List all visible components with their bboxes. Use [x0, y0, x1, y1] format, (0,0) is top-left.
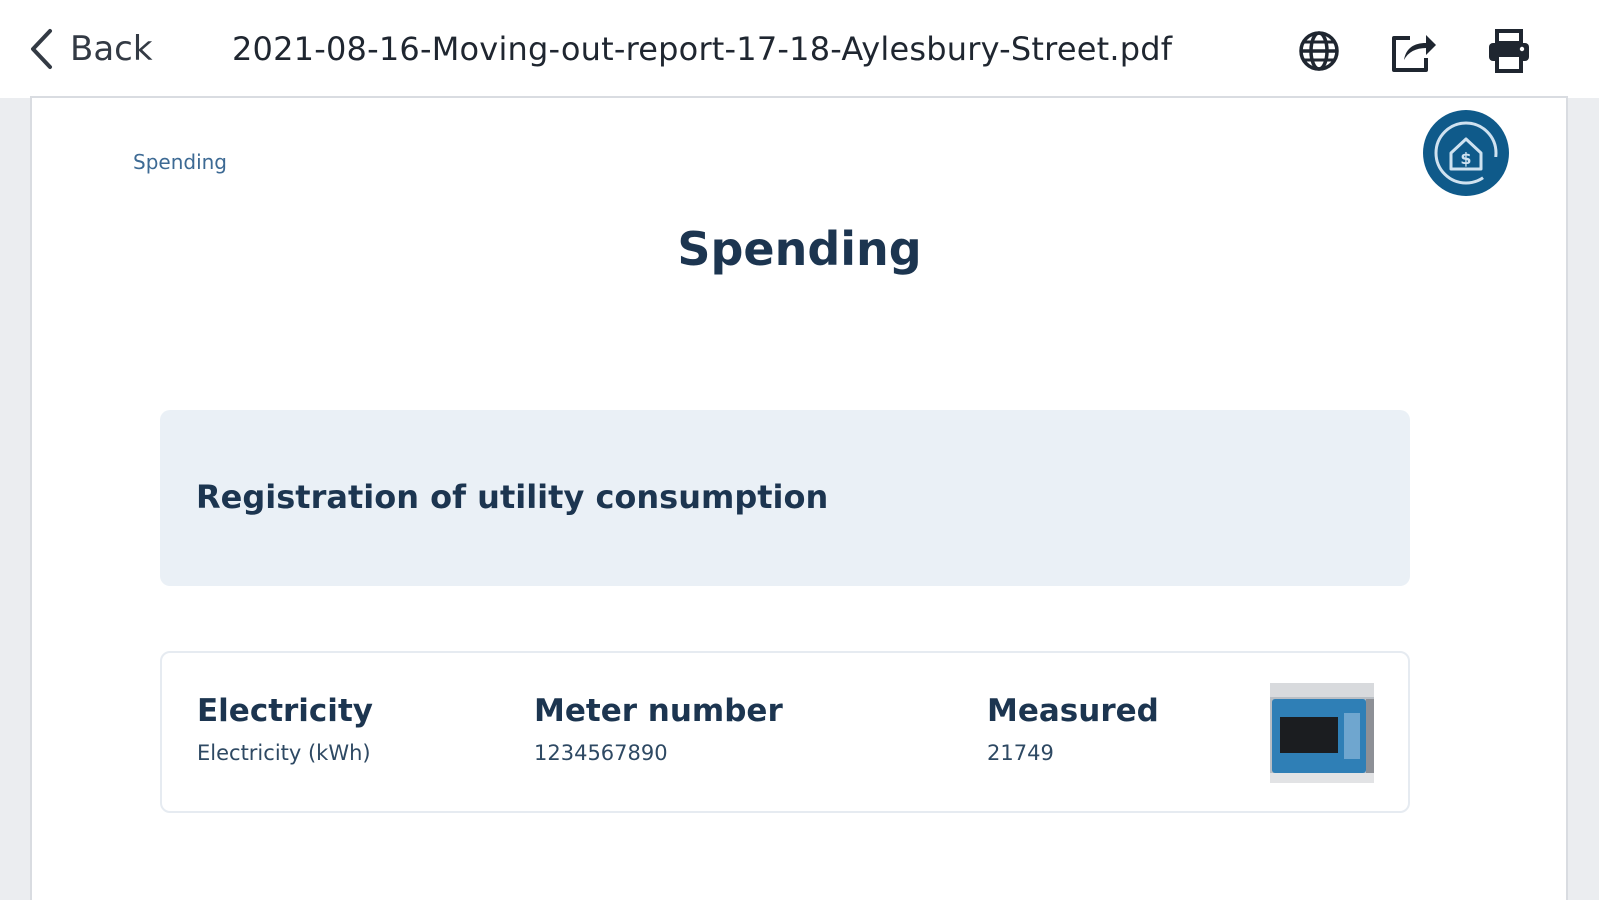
meter-card[interactable]: Electricity Electricity (kWh) Meter numb… [160, 651, 1410, 813]
svg-text:$: $ [1460, 149, 1471, 168]
print-icon[interactable] [1484, 26, 1534, 76]
chevron-left-icon [28, 28, 54, 70]
right-gutter [1568, 98, 1599, 900]
breadcrumb: Spending [133, 150, 227, 174]
back-label: Back [70, 29, 153, 69]
measured-label: Measured [987, 693, 1159, 729]
page-title: Spending [677, 222, 922, 276]
meter-number-value: 1234567890 [534, 741, 668, 765]
utility-type-label: Electricity [197, 693, 373, 729]
section-header: Registration of utility consumption [160, 410, 1410, 586]
document-title: 2021-08-16-Moving-out-report-17-18-Ayles… [232, 30, 1173, 68]
utility-type-detail: Electricity (kWh) [197, 741, 371, 765]
house-logo-icon: $ [1422, 109, 1510, 197]
globe-icon[interactable] [1294, 26, 1344, 76]
left-gutter [0, 98, 30, 900]
utility-type-column: Electricity Electricity (kWh) [197, 693, 373, 765]
share-icon[interactable] [1388, 26, 1438, 76]
measured-value: 21749 [987, 741, 1054, 765]
meter-number-label: Meter number [534, 693, 783, 729]
section-title: Registration of utility consumption [196, 478, 829, 516]
toolbar: Back 2021-08-16-Moving-out-report-17-18-… [0, 0, 1599, 98]
meter-number-column: Meter number 1234567890 [534, 693, 783, 765]
meter-photo[interactable] [1270, 683, 1374, 783]
back-button[interactable]: Back [28, 26, 153, 72]
measured-column: Measured 21749 [987, 693, 1159, 765]
